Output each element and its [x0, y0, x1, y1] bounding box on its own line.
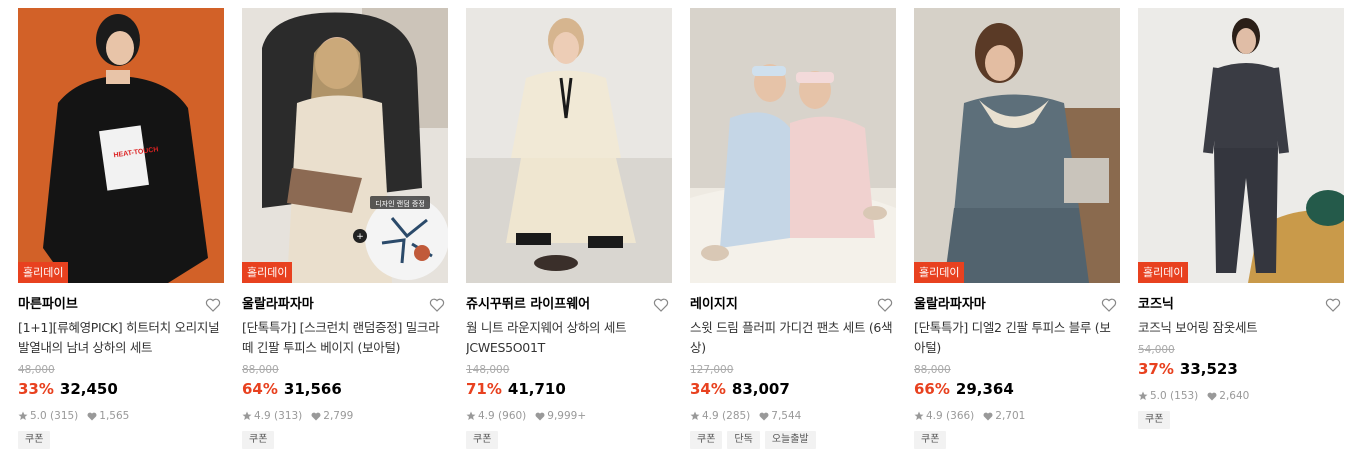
holiday-badge: 홀리데이 [242, 262, 293, 283]
heart-icon[interactable] [877, 297, 893, 313]
heart-icon[interactable] [1101, 297, 1117, 313]
like-count: 2,640 [1219, 390, 1250, 402]
product-image[interactable]: HEAT-TOUCH 홀리데이 [18, 8, 224, 283]
holiday-badge: 홀리데이 [18, 262, 69, 283]
discount-rate: 37% [1138, 360, 1174, 378]
product-photo [914, 8, 1120, 283]
heart-filled-icon [535, 412, 545, 420]
product-card[interactable]: HEAT-TOUCH 홀리데이 마른파이브 [1+1][류혜영PICK] 히트터… [18, 8, 224, 449]
product-image[interactable]: 홀리데이 [1138, 8, 1344, 283]
coupon-tag: 쿠폰 [914, 431, 947, 449]
coupon-tag: 쿠폰 [690, 431, 723, 449]
rating: 4.9 (366) [926, 410, 975, 422]
product-image[interactable]: 홀리데이 [914, 8, 1120, 283]
star-icon [1138, 391, 1148, 400]
heart-icon[interactable] [1325, 297, 1341, 313]
heart-icon[interactable] [653, 297, 669, 313]
svg-text:디자인 랜덤 증정: 디자인 랜덤 증정 [375, 199, 425, 208]
product-name[interactable]: [단톡특가] [스크런치 랜덤증정] 밀크라떼 긴팔 투피스 베이지 (보아털) [242, 318, 448, 358]
sale-price: 32,450 [59, 380, 118, 398]
product-name[interactable]: 스윗 드림 플러피 가디건 팬츠 세트 (6색상) [690, 318, 896, 358]
discount-rate: 64% [242, 380, 278, 398]
coupon-tag: 쿠폰 [1138, 411, 1171, 429]
product-image[interactable] [466, 8, 672, 283]
svg-text:+: + [356, 232, 364, 242]
rating: 4.9 (313) [254, 410, 303, 422]
original-price: 54,000 [1138, 344, 1175, 356]
rating: 5.0 (315) [30, 410, 79, 422]
product-photo [1138, 8, 1344, 283]
discount-rate: 71% [466, 380, 502, 398]
brand-name[interactable]: 코즈닉 [1138, 296, 1344, 314]
original-price: 48,000 [18, 364, 55, 376]
heart-filled-icon [983, 412, 993, 420]
brand-name[interactable]: 쥬시꾸뛰르 라이프웨어 [466, 296, 672, 314]
product-card[interactable]: + 디자인 랜덤 증정 홀리데이 울랄라파자마 [단톡특가] [스크런치 랜덤증… [242, 8, 448, 449]
exclusive-tag: 단독 [727, 431, 760, 449]
rating: 4.9 (285) [702, 410, 751, 422]
coupon-tag: 쿠폰 [18, 431, 51, 449]
product-photo: + 디자인 랜덤 증정 [242, 8, 448, 283]
sale-price: 41,710 [507, 380, 566, 398]
coupon-tag: 쿠폰 [242, 431, 275, 449]
product-photo [466, 8, 672, 283]
like-count: 2,799 [323, 410, 354, 422]
product-card[interactable]: 레이지지 스윗 드림 플러피 가디건 팬츠 세트 (6색상) 127,000 3… [690, 8, 896, 449]
product-photo [690, 8, 896, 283]
rating: 4.9 (960) [478, 410, 527, 422]
sale-price: 31,566 [283, 380, 342, 398]
sale-price: 83,007 [731, 380, 790, 398]
product-image[interactable] [690, 8, 896, 283]
star-icon [242, 411, 252, 420]
heart-filled-icon [87, 412, 97, 420]
product-card[interactable]: 홀리데이 코즈닉 코즈닉 보어링 잠옷세트 54,000 37% 33,523 5… [1138, 8, 1344, 429]
product-image[interactable]: + 디자인 랜덤 증정 홀리데이 [242, 8, 448, 283]
star-icon [690, 411, 700, 420]
sale-price: 29,364 [955, 380, 1014, 398]
discount-rate: 66% [914, 380, 950, 398]
star-icon [466, 411, 476, 420]
rating: 5.0 (153) [1150, 390, 1199, 402]
product-card[interactable]: 홀리데이 울랄라파자마 [단톡특가] 디엘2 긴팔 투피스 블루 (보아털) 8… [914, 8, 1120, 449]
product-name[interactable]: 코즈닉 보어링 잠옷세트 [1138, 318, 1344, 338]
same-day-shipping-tag: 오늘출발 [764, 431, 816, 449]
original-price: 148,000 [466, 364, 510, 376]
like-count: 7,544 [771, 410, 802, 422]
heart-filled-icon [759, 412, 769, 420]
product-name[interactable]: [단톡특가] 디엘2 긴팔 투피스 블루 (보아털) [914, 318, 1120, 358]
like-count: 2,701 [995, 410, 1026, 422]
original-price: 88,000 [242, 364, 279, 376]
star-icon [914, 411, 924, 420]
like-count: 1,565 [99, 410, 130, 422]
heart-icon[interactable] [205, 297, 221, 313]
coupon-tag: 쿠폰 [466, 431, 499, 449]
holiday-badge: 홀리데이 [914, 262, 965, 283]
brand-name[interactable]: 마른파이브 [18, 296, 224, 314]
brand-name[interactable]: 울랄라파자마 [242, 296, 448, 314]
sale-price: 33,523 [1179, 360, 1238, 378]
original-price: 88,000 [914, 364, 951, 376]
discount-rate: 33% [18, 380, 54, 398]
heart-filled-icon [311, 412, 321, 420]
product-card[interactable]: 쥬시꾸뛰르 라이프웨어 웜 니트 라운지웨어 상하의 세트 JCWES5O01T… [466, 8, 672, 449]
brand-name[interactable]: 레이지지 [690, 296, 896, 314]
heart-filled-icon [1207, 392, 1217, 400]
star-icon [18, 411, 28, 420]
product-name[interactable]: 웜 니트 라운지웨어 상하의 세트 JCWES5O01T [466, 318, 672, 358]
holiday-badge: 홀리데이 [1138, 262, 1189, 283]
original-price: 127,000 [690, 364, 734, 376]
like-count: 9,999+ [547, 410, 587, 422]
discount-rate: 34% [690, 380, 726, 398]
product-photo: HEAT-TOUCH [18, 8, 224, 283]
product-name[interactable]: [1+1][류혜영PICK] 히트터치 오리지널 발열내의 남녀 상하의 세트 [18, 318, 224, 358]
heart-icon[interactable] [429, 297, 445, 313]
brand-name[interactable]: 울랄라파자마 [914, 296, 1120, 314]
